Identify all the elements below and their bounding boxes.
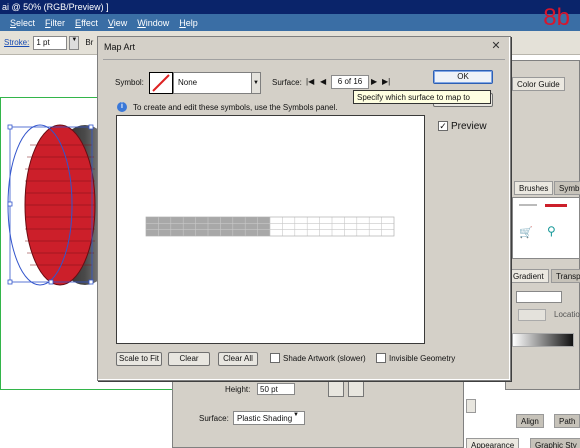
info-icon: i [117, 102, 127, 112]
menu-help[interactable]: Help [179, 18, 198, 28]
shade-artwork-label: Shade Artwork (slower) [283, 354, 366, 363]
guide-line [0, 389, 175, 390]
symbol-label: Symbol: [115, 78, 144, 87]
scale-to-fit-button[interactable]: Scale to Fit [116, 352, 162, 366]
clear-button[interactable]: Clear [168, 352, 210, 366]
brush-label: Br [85, 38, 94, 47]
next-surface-button[interactable]: ▶ [371, 77, 377, 86]
menu-effect[interactable]: Effect [75, 18, 98, 28]
dialog-divider [103, 59, 505, 60]
invisible-geometry-checkbox[interactable] [376, 353, 386, 363]
cap-off-button[interactable] [328, 381, 344, 397]
menu-select[interactable]: Select [10, 18, 35, 28]
first-surface-button[interactable]: |◀ [306, 77, 314, 86]
tab-path[interactable]: Path [554, 414, 580, 428]
tab-transparency[interactable]: Transpa [551, 269, 580, 283]
tire-artwork[interactable] [0, 115, 110, 315]
cap-on-button[interactable] [348, 381, 364, 397]
step-label: 8b [543, 4, 570, 31]
stroke-label[interactable]: Stroke: [4, 38, 29, 47]
tab-color-guide[interactable]: Color Guide [512, 77, 565, 91]
menu-bar: Select Filter Effect View Window Help [0, 14, 580, 31]
none-swatch-icon[interactable] [149, 72, 173, 94]
ok-button[interactable]: OK [433, 70, 493, 84]
dropdown-arrow-icon: ▼ [293, 412, 299, 418]
surface-label: Surface: [199, 414, 229, 423]
symbol-select[interactable]: None [173, 72, 258, 94]
appearance-stub [466, 399, 476, 413]
gradient-type-dropdown[interactable] [516, 291, 562, 303]
preview-label: Preview [451, 121, 487, 132]
right-panel-dock: Color Guide Brushes Symb 🛒 ⚲ Gradient Tr… [505, 60, 580, 390]
chevron-down-icon[interactable]: ▼ [251, 72, 261, 94]
tab-symbols[interactable]: Symb [554, 181, 580, 195]
angle-field[interactable] [518, 309, 546, 321]
stroke-weight-field[interactable]: 1 pt [33, 35, 68, 50]
location-label: Location [554, 310, 580, 319]
magnifier-icon[interactable]: ⚲ [547, 224, 565, 238]
info-text: To create and edit these symbols, use th… [133, 103, 338, 112]
surface-map-grid [145, 216, 395, 237]
menu-filter[interactable]: Filter [45, 18, 65, 28]
tab-graphic-styles[interactable]: Graphic Sty [530, 438, 580, 448]
tab-align[interactable]: Align [516, 414, 544, 428]
map-art-dialog: Map Art ✕ Symbol: None ▼ Surface: |◀ ◀ 6… [97, 36, 511, 381]
surface-label: Surface: [272, 78, 302, 87]
stroke-weight-dropdown[interactable]: ▼ [69, 35, 80, 50]
dialog-title: Map Art [104, 42, 136, 52]
menu-view[interactable]: View [108, 18, 127, 28]
preview-checkbox[interactable]: ✓ [438, 121, 448, 131]
3d-options-panel: Height: 50 pt Surface: Plastic Shading ▼ [172, 380, 464, 448]
surface-tooltip: Specify which surface to map to [353, 90, 491, 104]
close-icon[interactable]: ✕ [489, 40, 503, 54]
clear-all-button[interactable]: Clear All [218, 352, 258, 366]
guide-line [0, 97, 100, 98]
height-field[interactable]: 50 pt [257, 383, 295, 395]
height-label: Height: [225, 385, 251, 394]
menu-window[interactable]: Window [137, 18, 169, 28]
surface-count-field[interactable]: 6 of 16 [331, 75, 369, 89]
app-title-bar: ai @ 50% (RGB/Preview) ] [0, 0, 580, 14]
tab-gradient[interactable]: Gradient [508, 269, 549, 283]
gradient-slider[interactable] [512, 333, 574, 347]
previous-surface-button[interactable]: ◀ [320, 77, 326, 86]
window-title: ai @ 50% (RGB/Preview) ] [2, 2, 109, 12]
symbols-grid: 🛒 ⚲ [512, 197, 580, 259]
tab-brushes[interactable]: Brushes [514, 181, 554, 195]
last-surface-button[interactable]: ▶| [382, 77, 390, 86]
surface-preview-area[interactable] [116, 115, 425, 344]
shade-artwork-checkbox[interactable] [270, 353, 280, 363]
cart-icon[interactable]: 🛒 [519, 226, 537, 239]
invisible-geometry-label: Invisible Geometry [389, 354, 456, 363]
tab-appearance[interactable]: Appearance [466, 438, 520, 448]
